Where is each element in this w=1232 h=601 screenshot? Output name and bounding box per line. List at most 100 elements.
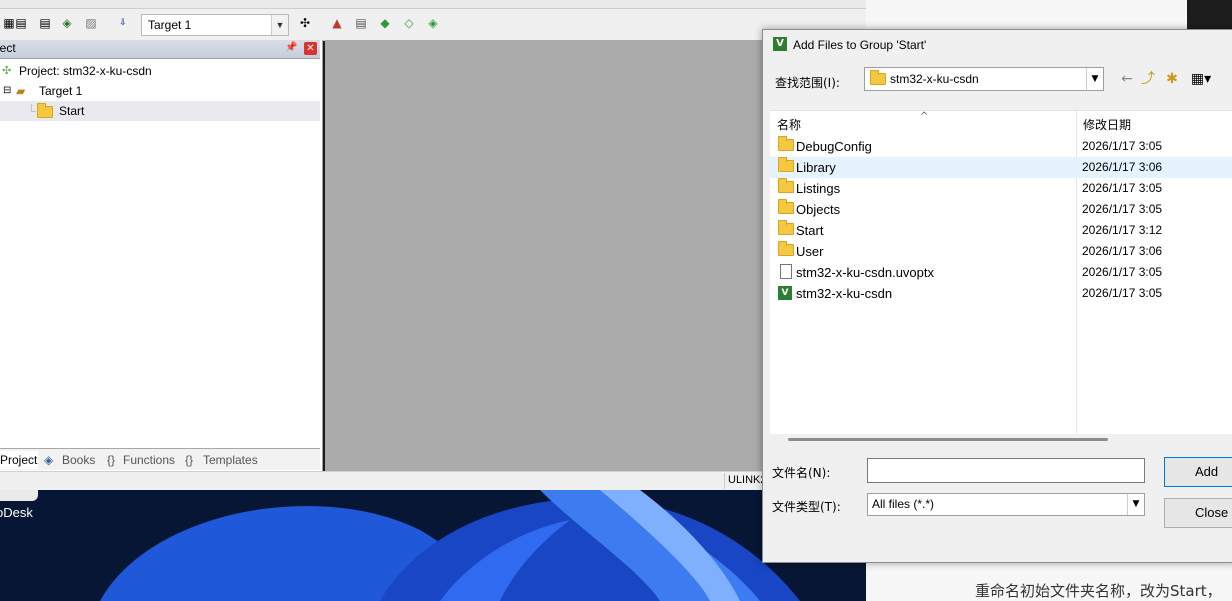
manage-components-icon[interactable]: ▲: [328, 14, 346, 32]
folder-icon: [778, 136, 794, 151]
build-icon[interactable]: ▤: [36, 14, 54, 32]
filename-input[interactable]: [867, 458, 1145, 483]
editor-area[interactable]: [325, 40, 765, 471]
file-name: stm32-x-ku-csdn: [796, 286, 893, 301]
folder-icon: [778, 178, 794, 193]
desktop-icon-label[interactable]: oDesk: [0, 505, 33, 520]
tree-item-target-label: Target 1: [39, 84, 83, 98]
file-name: User: [796, 244, 824, 259]
add-button[interactable]: Add: [1164, 457, 1232, 487]
list-item[interactable]: V stm32-x-ku-csdn 2026/1/17 3:05: [770, 283, 1232, 304]
books-icon: ◈: [44, 453, 54, 467]
filename-label: 文件名(N):: [772, 466, 831, 480]
keil-icon: V: [773, 37, 787, 51]
file-list: ^ 名称 修改日期 DebugConfig 2026/1/17 3:05 Lib…: [770, 110, 1232, 434]
tree-item-start-label: Start: [59, 104, 85, 118]
list-item[interactable]: Listings 2026/1/17 3:05: [770, 178, 1232, 199]
folder-icon: [870, 70, 886, 85]
add-files-dialog: V Add Files to Group 'Start' 查找范围(I): st…: [762, 29, 1232, 563]
stop-build-icon[interactable]: ▨: [82, 14, 100, 32]
wallpaper-bloom: [0, 490, 866, 601]
tab-functions[interactable]: Functions: [123, 451, 175, 469]
new-folder-icon[interactable]: ✱: [1163, 70, 1181, 88]
target-select[interactable]: Target 1 ▼: [141, 14, 289, 36]
back-icon[interactable]: ←: [1118, 70, 1136, 88]
column-header-date[interactable]: 修改日期: [1083, 116, 1131, 133]
horizontal-scrollbar[interactable]: [788, 438, 1108, 441]
file-name: stm32-x-ku-csdn.uvoptx: [796, 265, 934, 280]
pack-installer-icon[interactable]: ◈: [424, 14, 442, 32]
folder-icon: [778, 241, 794, 256]
look-in-select[interactable]: stm32-x-ku-csdn ▼: [864, 67, 1104, 91]
close-icon[interactable]: ✕: [304, 42, 317, 55]
file-date: 2026/1/17 3:05: [1082, 139, 1163, 153]
tree-connector: └: [27, 104, 36, 118]
run-environment-icon[interactable]: ◆: [376, 14, 394, 32]
list-item[interactable]: DebugConfig 2026/1/17 3:05: [770, 136, 1232, 157]
project-panel-title: ject: [0, 41, 16, 55]
up-folder-icon[interactable]: ⤴: [1139, 70, 1157, 88]
list-item[interactable]: User 2026/1/17 3:06: [770, 241, 1232, 262]
view-menu-icon[interactable]: ▦▾: [1187, 70, 1215, 88]
column-header-name[interactable]: 名称: [777, 116, 801, 133]
tab-templates[interactable]: Templates: [203, 451, 258, 469]
project-panel-tabs: Project ◈ Books {} Functions {} Template…: [0, 448, 320, 470]
translate-icon[interactable]: ▤: [12, 14, 30, 32]
options-wand-icon[interactable]: ✣: [296, 14, 314, 32]
sort-caret-icon: ^: [920, 111, 929, 122]
tab-project[interactable]: Project: [0, 451, 38, 469]
file-name: Library: [796, 160, 836, 175]
article-header-dark: [1187, 0, 1232, 30]
tree-item-target[interactable]: ⊟ ▰ Target 1: [0, 81, 320, 101]
file-date: 2026/1/17 3:05: [1082, 286, 1163, 300]
tree-item-start[interactable]: └ Start: [0, 101, 320, 121]
functions-icon: {}: [107, 453, 116, 467]
file-date: 2026/1/17 3:05: [1082, 202, 1163, 216]
load-icon[interactable]: ⇩: [112, 14, 134, 32]
target-select-value: Target 1: [148, 18, 192, 32]
keil-project-icon: V: [778, 286, 792, 300]
close-button[interactable]: Close: [1164, 498, 1232, 528]
folder-icon: [37, 103, 53, 118]
project-panel: ject 📌 ✕ ✣ Project: stm32-x-ku-csdn ⊟ ▰ …: [0, 40, 323, 471]
chevron-down-icon[interactable]: ▼: [1086, 68, 1103, 90]
desktop-icon[interactable]: [0, 490, 38, 501]
file-name: DebugConfig: [796, 139, 872, 154]
tab-books[interactable]: Books: [62, 451, 95, 469]
file-date: 2026/1/17 3:06: [1082, 160, 1163, 174]
file-date: 2026/1/17 3:05: [1082, 265, 1163, 279]
project-icon: ✣: [2, 65, 12, 77]
templates-icon: {}: [185, 453, 194, 467]
look-in-value: stm32-x-ku-csdn: [890, 72, 979, 86]
pin-icon[interactable]: 📌: [285, 42, 297, 53]
filetype-select[interactable]: All files (*.*) ▼: [867, 493, 1145, 516]
file-date: 2026/1/17 3:12: [1082, 223, 1163, 237]
file-name: Objects: [796, 202, 841, 217]
list-item[interactable]: stm32-x-ku-csdn.uvoptx 2026/1/17 3:05: [770, 262, 1232, 283]
filetype-value: All files (*.*): [872, 497, 935, 511]
target-icon: ▰: [16, 84, 26, 98]
select-packs-icon[interactable]: ◇: [400, 14, 418, 32]
file-date: 2026/1/17 3:05: [1082, 181, 1163, 195]
chevron-down-icon[interactable]: ▼: [271, 15, 288, 35]
look-in-label: 查找范围(I):: [775, 76, 840, 90]
list-item[interactable]: Library 2026/1/17 3:06: [770, 157, 1232, 178]
chevron-down-icon[interactable]: ▼: [1127, 494, 1144, 515]
debugger-status: ULINK2: [728, 474, 767, 486]
folder-icon: [778, 199, 794, 214]
toolbar-row-top: [0, 0, 925, 9]
rebuild-icon[interactable]: ◈: [58, 14, 76, 32]
project-panel-titlebar: ject 📌 ✕: [0, 40, 320, 59]
desktop-background: oDesk: [0, 490, 866, 601]
collapse-icon[interactable]: ⊟: [3, 81, 11, 101]
list-item[interactable]: Objects 2026/1/17 3:05: [770, 199, 1232, 220]
folder-icon: [778, 220, 794, 235]
tree-item-project-label: Project: stm32-x-ku-csdn: [19, 64, 152, 78]
file-date: 2026/1/17 3:06: [1082, 244, 1163, 258]
tree-item-project[interactable]: ✣ Project: stm32-x-ku-csdn: [0, 61, 320, 81]
file-extensions-icon[interactable]: ▤: [352, 14, 370, 32]
list-item[interactable]: Start 2026/1/17 3:12: [770, 220, 1232, 241]
folder-icon: [778, 157, 794, 172]
filetype-label: 文件类型(T):: [772, 500, 841, 514]
file-name: Start: [796, 223, 824, 238]
